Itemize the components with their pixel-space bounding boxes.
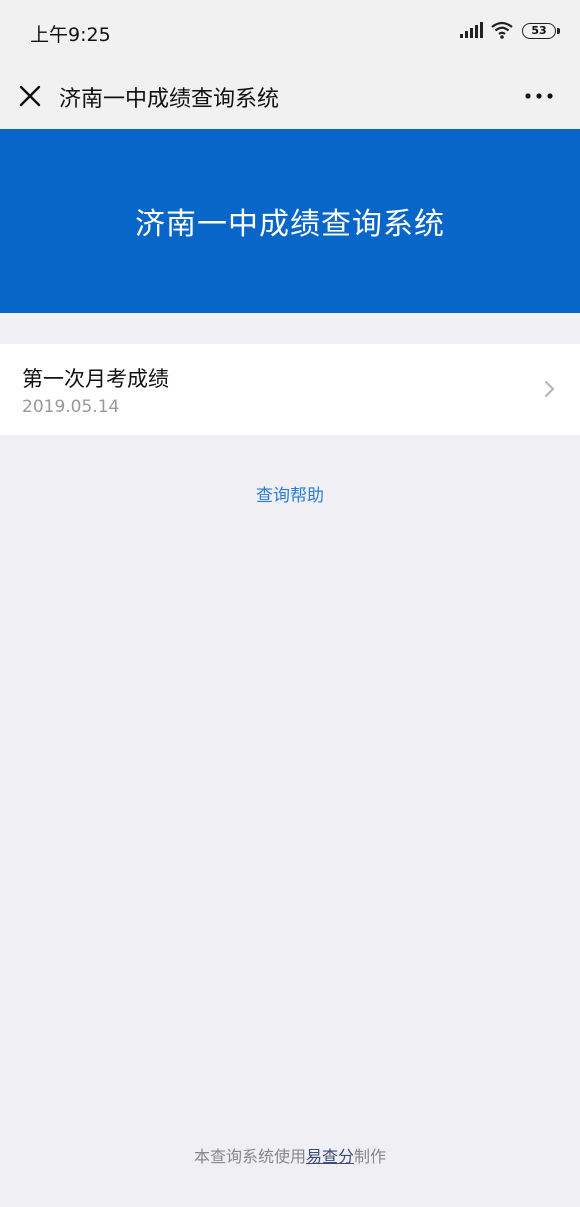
footer-suffix: 制作 bbox=[354, 1147, 387, 1166]
footer-prefix: 本查询系统使用 bbox=[193, 1147, 306, 1166]
battery-icon: 53 bbox=[522, 23, 556, 39]
nav-title: 济南一中成绩查询系统 bbox=[59, 87, 280, 112]
footer: 本查询系统使用易查分制作 bbox=[0, 1143, 580, 1167]
wifi-icon bbox=[491, 21, 513, 39]
nav-bar: 济南一中成绩查询系统 bbox=[0, 64, 580, 128]
exam-date: 2019.05.14 bbox=[22, 397, 120, 417]
more-button[interactable] bbox=[517, 76, 561, 116]
footer-link[interactable]: 易查分 bbox=[306, 1147, 354, 1166]
chevron-right-icon bbox=[544, 380, 555, 398]
battery-level: 53 bbox=[531, 24, 547, 37]
close-icon bbox=[19, 85, 41, 107]
exam-list-item[interactable]: 第一次月考成绩 2019.05.14 bbox=[0, 344, 580, 435]
help-link[interactable]: 查询帮助 bbox=[0, 481, 580, 506]
status-time: 上午9:25 bbox=[30, 24, 111, 46]
header-banner: 济南一中成绩查询系统 bbox=[0, 129, 580, 313]
banner-title: 济南一中成绩查询系统 bbox=[135, 207, 445, 242]
more-icon bbox=[525, 93, 553, 99]
signal-icon bbox=[460, 22, 483, 38]
battery-tip bbox=[557, 28, 560, 34]
close-button[interactable] bbox=[10, 76, 50, 116]
status-bar: 上午9:25 53 bbox=[0, 0, 580, 64]
exam-title: 第一次月考成绩 bbox=[22, 367, 169, 391]
